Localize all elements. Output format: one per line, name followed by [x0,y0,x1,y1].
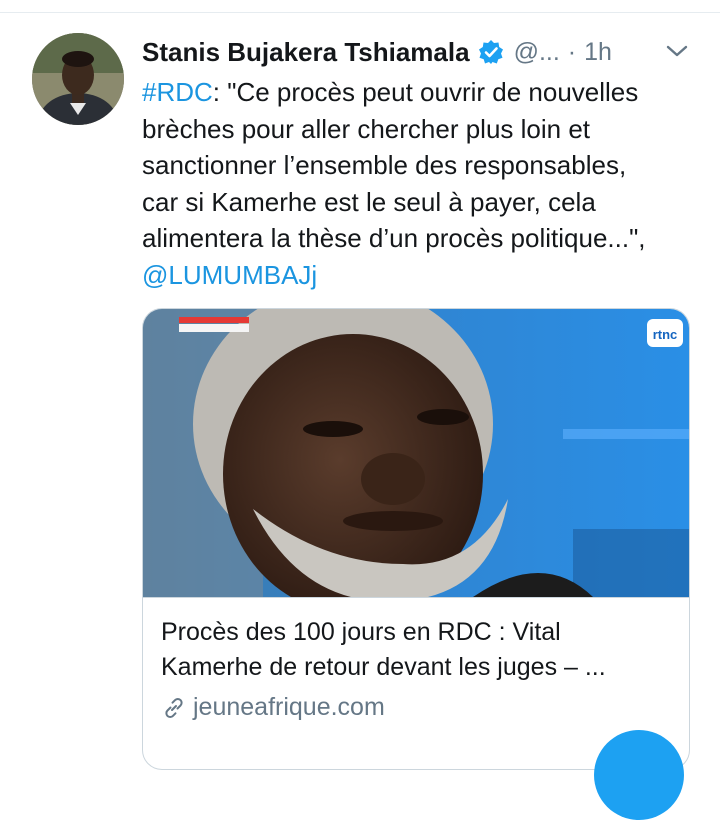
card-title[interactable]: Procès des 100 jours en RDC : Vital Kame… [161,615,671,685]
card-title-line: Kamerhe de retour devant les juges – ... [161,653,606,681]
card-title-line: Procès des 100 jours en RDC : Vital [161,618,561,646]
tweet-text-line: sanctionner l’ensemble des responsables, [142,150,627,180]
tweet-text-line: alimentera la thèse d’un procès politiqu… [142,223,646,253]
card-image[interactable]: rtnc [143,309,689,597]
top-divider [0,12,720,13]
author-name[interactable]: Stanis Bujakera Tshiamala [142,37,470,68]
card-domain-text: jeuneafrique.com [193,693,385,721]
card-divider [143,597,689,598]
tweet-text-span: : "Ce procès peut ouvrir de nouvelles [212,77,639,107]
compose-fab[interactable] [594,730,684,820]
tweet-text: #RDC: "Ce procès peut ouvrir de nouvelle… [142,74,702,293]
chevron-down-icon[interactable] [664,40,690,62]
card-domain[interactable]: jeuneafrique.com [161,693,385,722]
hashtag-link[interactable]: #RDC [142,77,213,107]
tweet-header: Stanis Bujakera Tshiamala @... · 1h [142,34,612,70]
link-card[interactable]: rtnc Procès des 100 jours en RDC : Vital… [142,308,690,770]
mention-link[interactable]: @LUMUMBAJj [142,260,317,290]
tweet-text-line: brèches pour aller chercher plus loin et [142,113,591,144]
author-handle[interactable]: @... [514,38,560,67]
tweet-text-line: car si Kamerhe est le seul à payer, cela [142,186,596,217]
avatar[interactable] [32,33,124,125]
tv-logo-text: rtnc [653,327,678,342]
tweet-text-line: #RDC: "Ce procès peut ouvrir de nouvelle… [142,74,702,111]
tweet-text-line: @LUMUMBAJj [142,257,702,294]
link-icon [165,697,183,718]
verified-badge-icon [478,39,504,65]
meta-separator: · [567,37,577,66]
tweet-time[interactable]: 1h [584,38,612,67]
